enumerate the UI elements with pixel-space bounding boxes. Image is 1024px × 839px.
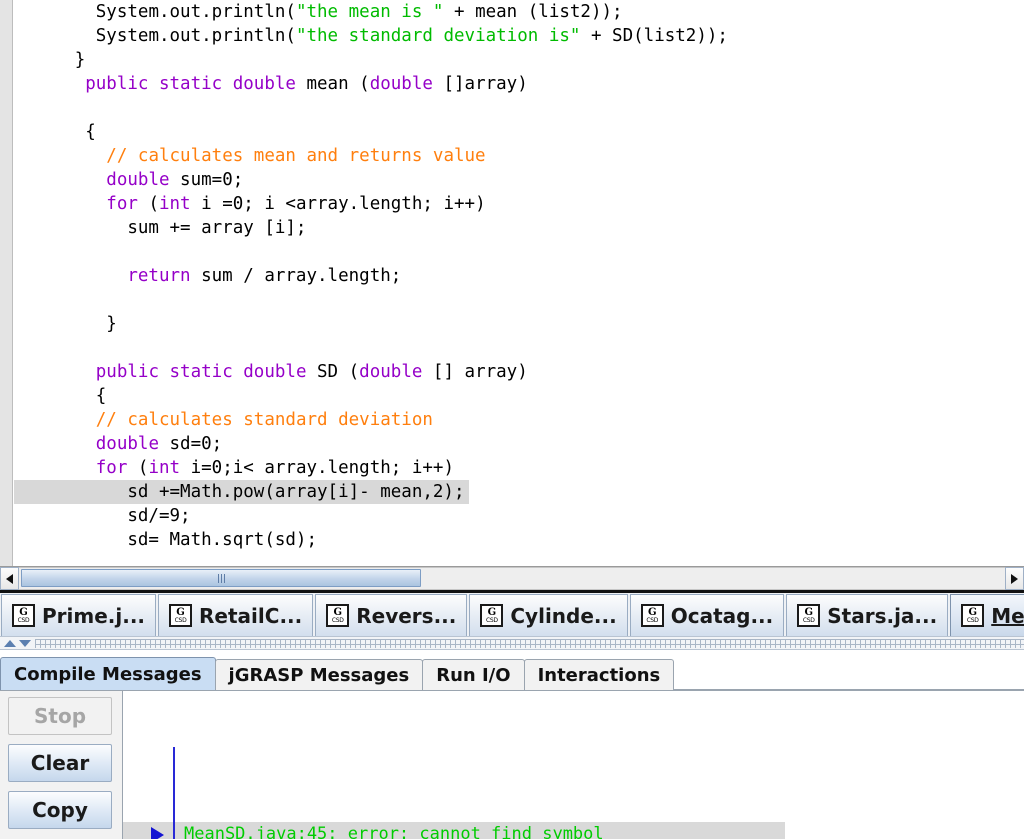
file-tab-bar[interactable]: G CSD Prime.j... G CSD RetailC... G CSD Revers..… xyxy=(0,593,1024,636)
collapse-down-icon[interactable] xyxy=(19,639,31,647)
file-tab-label: RetailC... xyxy=(199,603,303,628)
grip-icon xyxy=(217,573,225,583)
message-indent-bar xyxy=(173,747,175,839)
scrollbar-thumb[interactable] xyxy=(21,569,421,587)
file-tab-label: Stars.ja... xyxy=(827,603,938,628)
code-line[interactable]: // calculates standard deviation xyxy=(14,408,1024,432)
message-tab-interactions[interactable]: Interactions xyxy=(523,659,675,690)
error-header-text: MeanSD.java:45: error: cannot find symbo… xyxy=(184,824,604,839)
message-tab-bar[interactable]: Compile Messages jGRASP Messages Run I/O In… xyxy=(0,655,1024,690)
code-line[interactable]: for (int i=0;i< array.length; i++) xyxy=(14,456,1024,480)
code-line[interactable]: System.out.println("the mean is " + mean… xyxy=(14,0,1024,24)
file-tab-label: Revers... xyxy=(356,603,457,628)
code-line[interactable]: double sd=0; xyxy=(14,432,1024,456)
code-line[interactable]: for (int i =0; i <array.length; i++) xyxy=(14,192,1024,216)
compile-messages-output[interactable]: MeanSD.java:45: error: cannot find symbo… xyxy=(122,691,1024,839)
file-tab[interactable]: G CSD Ocatag... xyxy=(629,594,785,636)
message-tab-compile-messages[interactable]: Compile Messages xyxy=(0,657,216,690)
collapse-up-icon[interactable] xyxy=(4,639,16,647)
expand-triangle-icon[interactable] xyxy=(151,826,164,839)
code-line[interactable]: public static double mean (double []arra… xyxy=(14,72,1024,96)
message-button-column: Stop Clear Copy xyxy=(0,691,122,839)
code-line[interactable]: sd= Math.sqrt(sd); xyxy=(14,528,1024,552)
file-tab[interactable]: G CSD Stars.ja... xyxy=(786,594,949,636)
code-line[interactable]: double sum=0; xyxy=(14,168,1024,192)
code-line[interactable]: System.out.println("the standard deviati… xyxy=(14,24,1024,48)
code-editor-pane[interactable]: System.out.println("the mean is " + mean… xyxy=(0,0,1024,566)
code-line[interactable]: { xyxy=(14,384,1024,408)
editor-gutter xyxy=(0,0,13,566)
jgrasp-csd-icon: G CSD xyxy=(326,604,350,627)
file-tab-label: Prime.j... xyxy=(42,603,146,628)
jgrasp-csd-icon: G CSD xyxy=(169,604,193,627)
code-line[interactable] xyxy=(14,336,1024,360)
copy-button[interactable]: Copy xyxy=(8,791,112,829)
file-tab-label: Cylinde... xyxy=(510,603,617,628)
code-line[interactable]: sd/=9; xyxy=(14,504,1024,528)
splitter-grip-icon[interactable] xyxy=(35,638,1024,648)
message-tab-jgrasp-messages[interactable]: jGRASP Messages xyxy=(214,659,424,690)
code-line[interactable]: sum += array [i]; xyxy=(14,216,1024,240)
jgrasp-csd-icon: G CSD xyxy=(640,604,664,627)
code-line[interactable]: } xyxy=(14,312,1024,336)
editor-horizontal-scrollbar[interactable] xyxy=(0,566,1024,590)
jgrasp-csd-icon: G CSD xyxy=(480,604,504,627)
jgrasp-csd-icon: G CSD xyxy=(797,604,821,627)
code-line[interactable]: // calculates mean and returns value xyxy=(14,144,1024,168)
pane-splitter[interactable] xyxy=(0,636,1024,650)
jgrasp-window: System.out.println("the mean is " + mean… xyxy=(0,0,1024,839)
scroll-left-button[interactable] xyxy=(0,567,19,590)
code-line[interactable]: } xyxy=(14,48,1024,72)
file-tab[interactable]: G CSD Cylinde... xyxy=(469,594,628,636)
file-tab[interactable]: G CSD RetailC... xyxy=(158,594,314,636)
file-tab[interactable]: G CSD Revers... xyxy=(315,594,468,636)
file-tab-active[interactable]: GCSD MeanS... xyxy=(950,594,1024,636)
stop-button: Stop xyxy=(8,697,112,735)
code-line[interactable] xyxy=(14,96,1024,120)
code-line[interactable] xyxy=(14,288,1024,312)
scrollbar-track[interactable] xyxy=(19,567,1005,590)
splitter-arrows[interactable] xyxy=(0,639,31,647)
code-line[interactable] xyxy=(14,240,1024,264)
triangle-right-icon xyxy=(1011,573,1018,584)
clear-button[interactable]: Clear xyxy=(8,744,112,782)
source-code-text[interactable]: System.out.println("the mean is " + mean… xyxy=(14,0,1024,566)
triangle-left-icon xyxy=(6,573,13,584)
code-line[interactable]: public static double SD (double [] array… xyxy=(14,360,1024,384)
file-tab[interactable]: G CSD Prime.j... xyxy=(1,594,157,636)
message-panel: Stop Clear Copy MeanSD.java:45: error: can… xyxy=(0,690,1024,839)
code-line[interactable]: { xyxy=(14,120,1024,144)
scroll-right-button[interactable] xyxy=(1005,567,1024,590)
error-header-row[interactable]: MeanSD.java:45: error: cannot find symbo… xyxy=(123,822,785,839)
file-tab-label: MeanS... xyxy=(991,603,1024,628)
code-line-highlighted[interactable]: sd +=Math.pow(array[i]- mean,2); xyxy=(14,480,1024,504)
message-tab-run-i-o[interactable]: Run I/O xyxy=(422,659,525,690)
code-line[interactable]: return sum / array.length; xyxy=(14,264,1024,288)
jgrasp-csd-icon: G CSD xyxy=(12,604,35,627)
file-tab-label: Ocatag... xyxy=(670,603,774,628)
jgrasp-csd-icon: G CSD xyxy=(961,604,985,627)
